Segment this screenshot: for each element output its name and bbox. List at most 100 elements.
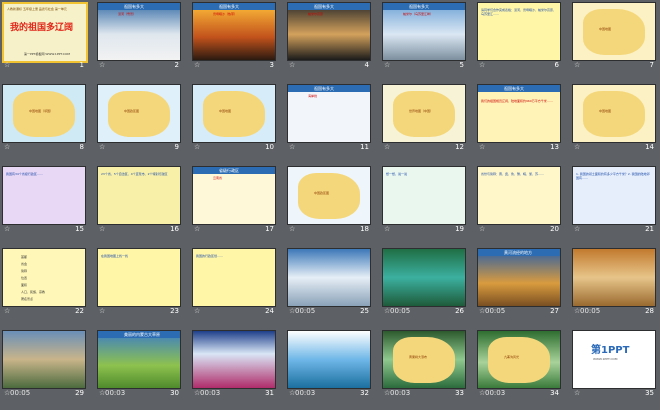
slide-thumbnail[interactable]: 中国地图 14 ☆	[572, 84, 656, 151]
slide-thumbnail[interactable]: 祖国有多大 曾母暗沙（热带） 3 ☆	[192, 2, 276, 69]
slide-preview[interactable]: 中国政区图	[287, 166, 371, 225]
slide-thumbnail[interactable]: 在我国地图上找一找 23 ☆	[97, 248, 181, 315]
china-map-shape	[488, 337, 550, 383]
slide-preview[interactable]: 我国的行政区划……	[192, 248, 276, 307]
slide-thumbnail[interactable]: 祖国有多大 我们的祖国幅员辽阔，陆地面积约960万平方千米…… 13 ☆	[477, 84, 561, 151]
slide-thumbnail[interactable]: 首都 省会 简称 位置 面积 人口、民族、宗教 著名景点 22 ☆	[2, 248, 86, 315]
slide-preview[interactable]: 祖国有多大 漠河（雪景）	[97, 2, 181, 61]
slide-thumbnail[interactable]: 中国政区图 9 ☆	[97, 84, 181, 151]
slide-text: 海岸线	[308, 94, 318, 98]
slide-preview[interactable]: 1. 我国的领土面积约有多少平方千米？2. 我国的陆地邻国有……	[572, 166, 656, 225]
slide-thumbnail[interactable]: 29 ☆ 00:05	[2, 330, 86, 397]
slide-preview[interactable]: 省份与简称：晋、冀、鲁、豫、皖、浙、苏……	[477, 166, 561, 225]
slide-number: 18	[360, 225, 369, 233]
slide-thumbnail[interactable]: 32 ☆ 00:03	[287, 330, 371, 397]
slide-preview[interactable]: 中国地图（邻国）	[2, 84, 86, 143]
transition-star-icon: ☆	[4, 143, 11, 151]
slide-thumbnail[interactable]: 我国有34个省级行政区…… 15 ☆	[2, 166, 86, 233]
slide-thumbnail[interactable]: 中国地图（邻国） 8 ☆	[2, 84, 86, 151]
slide-text: 省级行政区	[219, 168, 239, 173]
slide-thumbnail[interactable]: 1. 我国的领土面积约有多少平方千米？2. 我国的陆地邻国有…… 21 ☆	[572, 166, 656, 233]
slide-thumbnail[interactable]: 祖国有多大 漠河（雪景） 2 ☆	[97, 2, 181, 69]
slide-text: 中国地图	[599, 27, 612, 31]
slide-preview[interactable]: 首都 省会 简称 位置 面积 人口、民族、宗教 著名景点	[2, 248, 86, 307]
slide-text: 祖国有多大	[314, 4, 334, 9]
slide-thumbnail[interactable]: 我国的行政区划…… 24 ☆	[192, 248, 276, 315]
china-map-shape	[393, 337, 455, 383]
slide-text: 第一PPT模板网 WWW.1PPT.COM	[24, 52, 70, 56]
slide-thumbnail[interactable]: 人教新课标 五年级上册 品德与社会 第一单元 我的祖国多辽阔 第一PPT模板网 WW…	[2, 2, 88, 69]
slide-thumbnail[interactable]: 黄河流经的地方 27 ☆ 00:05	[477, 248, 561, 315]
slide-preview[interactable]: 请同学们合作完成表格：漠河、曾母暗沙、帕米尔高原、乌苏里江……	[477, 2, 561, 61]
slide-thumbnail[interactable]: 中国地图 10 ☆	[192, 84, 276, 151]
slide-thumbnail[interactable]: 28 ☆ 00:05	[572, 248, 656, 315]
slide-thumbnail[interactable]: 祖国有多大 海岸线 11 ☆	[287, 84, 371, 151]
slide-preview[interactable]	[287, 248, 371, 307]
slide-thumbnail[interactable]: 省级行政区 云南省 17 ☆	[192, 166, 276, 233]
slide-preview[interactable]	[287, 330, 371, 389]
slide-preview[interactable]: 祖国有多大 帕米尔高原	[287, 2, 371, 61]
slide-thumbnail[interactable]: 祖国有多大 帕米尔高原 4 ☆	[287, 2, 371, 69]
slide-text: 中国地图（邻国）	[29, 109, 54, 113]
slide-thumbnail[interactable]: 31 ☆ 00:03	[192, 330, 276, 397]
slide-text: 中国政区图	[124, 109, 140, 113]
slide-preview[interactable]: 世界地图（中国）	[382, 84, 466, 143]
slide-preview[interactable]: 我国有34个省级行政区……	[2, 166, 86, 225]
transition-star-icon: ☆	[384, 61, 391, 69]
slide-preview[interactable]: 中国政区图	[97, 84, 181, 143]
slide-thumbnail[interactable]: 省份与简称：晋、冀、鲁、豫、皖、浙、苏…… 20 ☆	[477, 166, 561, 233]
slide-duration: 00:03	[295, 389, 316, 397]
slide-thumbnail[interactable]: 想一想，说一说 19 ☆	[382, 166, 466, 233]
china-map-shape	[108, 91, 170, 137]
slide-text: 我国的行政区划……	[196, 254, 224, 258]
slide-preview[interactable]: 中国地图	[572, 84, 656, 143]
slide-text: 我国有34个省级行政区……	[6, 172, 43, 176]
slide-number: 9	[174, 143, 179, 151]
slide-thumbnail[interactable]: 九寨沟风光 34 ☆ 00:03	[477, 330, 561, 397]
slide-preview[interactable]	[382, 248, 466, 307]
transition-star-icon: ☆	[194, 307, 201, 315]
slide-preview[interactable]: 黄河流经的地方	[477, 248, 561, 307]
slide-preview[interactable]: 中国地图	[572, 2, 656, 61]
slide-number: 14	[645, 143, 654, 151]
slide-thumbnail[interactable]: 美丽的内蒙古大草原 30 ☆ 00:03	[97, 330, 181, 397]
slide-thumbnail[interactable]: 黄果树大瀑布 33 ☆ 00:03	[382, 330, 466, 397]
transition-star-icon: ☆	[4, 307, 11, 315]
slide-preview[interactable]	[2, 330, 86, 389]
slide-thumbnail[interactable]: 请同学们合作完成表格：漠河、曾母暗沙、帕米尔高原、乌苏里江…… 6 ☆	[477, 2, 561, 69]
slide-number: 21	[645, 225, 654, 233]
slide-thumbnail[interactable]: 中国政区图 18 ☆	[287, 166, 371, 233]
slide-preview[interactable]: 黄果树大瀑布	[382, 330, 466, 389]
slide-preview[interactable]: 第1PPT WWW.1PPT.COM	[572, 330, 656, 389]
slide-preview[interactable]: 人教新课标 五年级上册 品德与社会 第一单元 我的祖国多辽阔 第一PPT模板网 WW…	[2, 2, 88, 63]
transition-star-icon: ☆	[574, 225, 581, 233]
slide-preview[interactable]: 想一想，说一说	[382, 166, 466, 225]
slide-thumbnail[interactable]: 第1PPT WWW.1PPT.COM 35 ☆	[572, 330, 656, 397]
slide-preview[interactable]: 美丽的内蒙古大草原	[97, 330, 181, 389]
slide-preview[interactable]: 祖国有多大 帕米尔（乌苏里江畔）	[382, 2, 466, 61]
slide-preview[interactable]: 祖国有多大 我们的祖国幅员辽阔，陆地面积约960万平方千米……	[477, 84, 561, 143]
slide-thumbnail[interactable]: 26 ☆ 00:05	[382, 248, 466, 315]
slide-preview[interactable]: 23个省、5个自治区、4个直辖市、2个特别行政区	[97, 166, 181, 225]
transition-star-icon: ☆	[574, 143, 581, 151]
slide-thumbnail[interactable]: 中国地图 7 ☆	[572, 2, 656, 69]
slide-preview[interactable]: 中国地图	[192, 84, 276, 143]
slide-text: 中国政区图	[314, 191, 330, 195]
slide-preview[interactable]: 祖国有多大 海岸线	[287, 84, 371, 143]
slide-thumbnail[interactable]: 祖国有多大 帕米尔（乌苏里江畔） 5 ☆	[382, 2, 466, 69]
slide-text: 黄河流经的地方	[504, 250, 532, 255]
slide-duration: 00:03	[390, 389, 411, 397]
slide-number: 4	[364, 61, 369, 69]
slide-preview[interactable]: 在我国地图上找一找	[97, 248, 181, 307]
slide-preview[interactable]	[192, 330, 276, 389]
transition-star-icon: ☆	[99, 307, 106, 315]
slide-number: 30	[170, 389, 179, 397]
slide-number: 25	[360, 307, 369, 315]
slide-preview[interactable]: 祖国有多大 曾母暗沙（热带）	[192, 2, 276, 61]
slide-thumbnail[interactable]: 23个省、5个自治区、4个直辖市、2个特别行政区 16 ☆	[97, 166, 181, 233]
slide-thumbnail[interactable]: 25 ☆ 00:05	[287, 248, 371, 315]
slide-preview[interactable]: 省级行政区 云南省	[192, 166, 276, 225]
slide-preview[interactable]	[572, 248, 656, 307]
slide-preview[interactable]: 九寨沟风光	[477, 330, 561, 389]
slide-thumbnail[interactable]: 世界地图（中国） 12 ☆	[382, 84, 466, 151]
